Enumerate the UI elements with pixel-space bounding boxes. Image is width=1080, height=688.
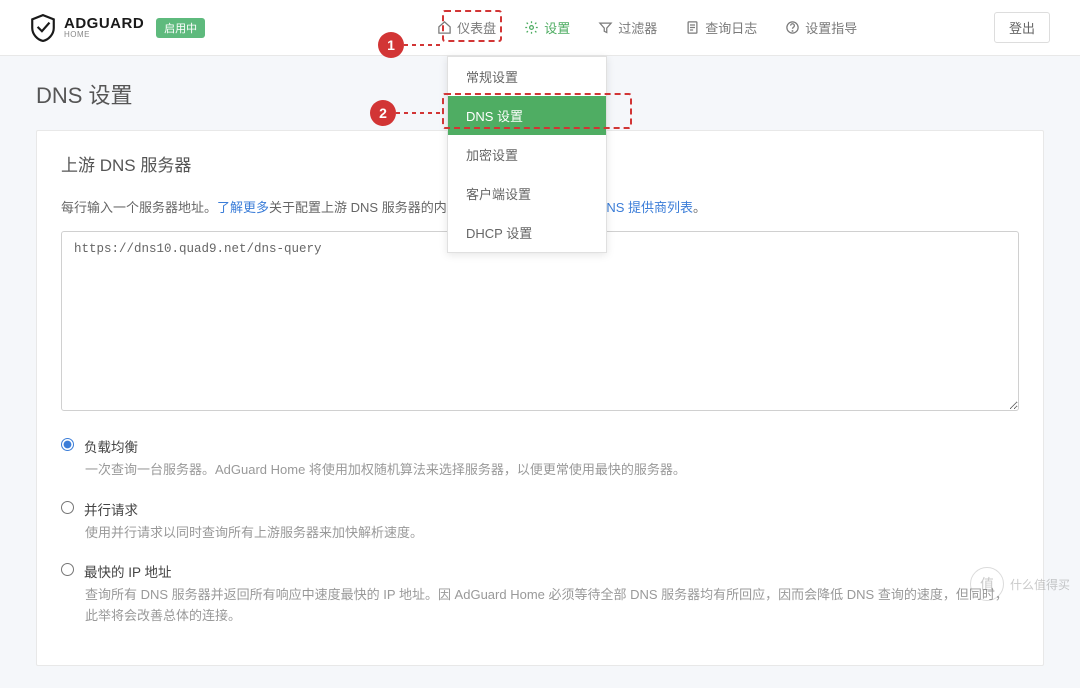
nav-filters[interactable]: 过滤器 (586, 12, 669, 43)
logout-button[interactable]: 登出 (994, 12, 1050, 43)
nav-settings[interactable]: 设置 (512, 12, 582, 43)
helper-pre: 每行输入一个服务器地址。 (61, 200, 217, 215)
filter-icon (598, 20, 613, 35)
watermark-text: 什么值得买 (1010, 576, 1070, 593)
radio-fastest-input[interactable] (61, 563, 74, 576)
dropdown-dhcp[interactable]: DHCP 设置 (448, 213, 606, 252)
nav-guide-label: 设置指导 (805, 18, 857, 37)
nav-querylog-label: 查询日志 (705, 18, 757, 37)
document-icon (685, 20, 700, 35)
topbar: ADGUARD HOME 启用中 仪表盘 设置 过滤器 查询日志 设置指导 登出 (0, 0, 1080, 56)
dropdown-dns[interactable]: DNS 设置 (448, 96, 606, 135)
radio-load-balance-input[interactable] (61, 438, 74, 451)
help-icon (785, 20, 800, 35)
dropdown-encryption[interactable]: 加密设置 (448, 135, 606, 174)
nav-dashboard-label: 仪表盘 (457, 18, 496, 37)
radio-load-balance-label: 负载均衡 (84, 436, 138, 456)
radio-parallel[interactable]: 并行请求 (61, 499, 1019, 519)
brand-sub: HOME (64, 31, 144, 39)
radio-parallel-desc: 使用并行请求以同时查询所有上游服务器来加快解析速度。 (85, 523, 1019, 544)
settings-dropdown: 常规设置 DNS 设置 加密设置 客户端设置 DHCP 设置 (447, 56, 607, 253)
radio-fastest-label: 最快的 IP 地址 (84, 561, 172, 581)
nav-guide[interactable]: 设置指导 (773, 12, 869, 43)
dropdown-clients[interactable]: 客户端设置 (448, 174, 606, 213)
nav-querylog[interactable]: 查询日志 (673, 12, 769, 43)
watermark: 值 什么值得买 (970, 567, 1070, 601)
helper-end: 。 (693, 200, 706, 215)
annotation-marker-2: 2 (370, 100, 396, 126)
radio-fastest[interactable]: 最快的 IP 地址 (61, 561, 1019, 581)
status-badge: 启用中 (156, 18, 205, 38)
dropdown-general[interactable]: 常规设置 (448, 57, 606, 96)
radio-parallel-input[interactable] (61, 501, 74, 514)
radio-load-balance-desc: 一次查询一台服务器。AdGuard Home 将使用加权随机算法来选择服务器，以… (85, 460, 1019, 481)
radio-load-balance[interactable]: 负载均衡 (61, 436, 1019, 456)
nav-settings-label: 设置 (544, 18, 570, 37)
home-icon (437, 20, 452, 35)
radio-fastest-desc: 查询所有 DNS 服务器并返回所有响应中速度最快的 IP 地址。因 AdGuar… (85, 585, 1019, 627)
upstream-servers-input[interactable] (61, 231, 1019, 411)
annotation-trail-2 (396, 112, 442, 114)
radio-parallel-label: 并行请求 (84, 499, 138, 519)
nav-filters-label: 过滤器 (618, 18, 657, 37)
watermark-icon: 值 (970, 567, 1004, 601)
annotation-marker-1: 1 (378, 32, 404, 58)
learn-more-link[interactable]: 了解更多 (217, 200, 269, 215)
main-nav: 仪表盘 设置 过滤器 查询日志 设置指导 (425, 12, 869, 43)
shield-icon (30, 14, 56, 42)
gear-icon (524, 20, 539, 35)
logo[interactable]: ADGUARD HOME (30, 14, 144, 42)
annotation-trail-1 (404, 44, 440, 46)
mode-radios: 负载均衡 一次查询一台服务器。AdGuard Home 将使用加权随机算法来选择… (61, 436, 1019, 627)
nav-dashboard[interactable]: 仪表盘 (425, 12, 508, 43)
brand-name: ADGUARD (64, 16, 144, 31)
